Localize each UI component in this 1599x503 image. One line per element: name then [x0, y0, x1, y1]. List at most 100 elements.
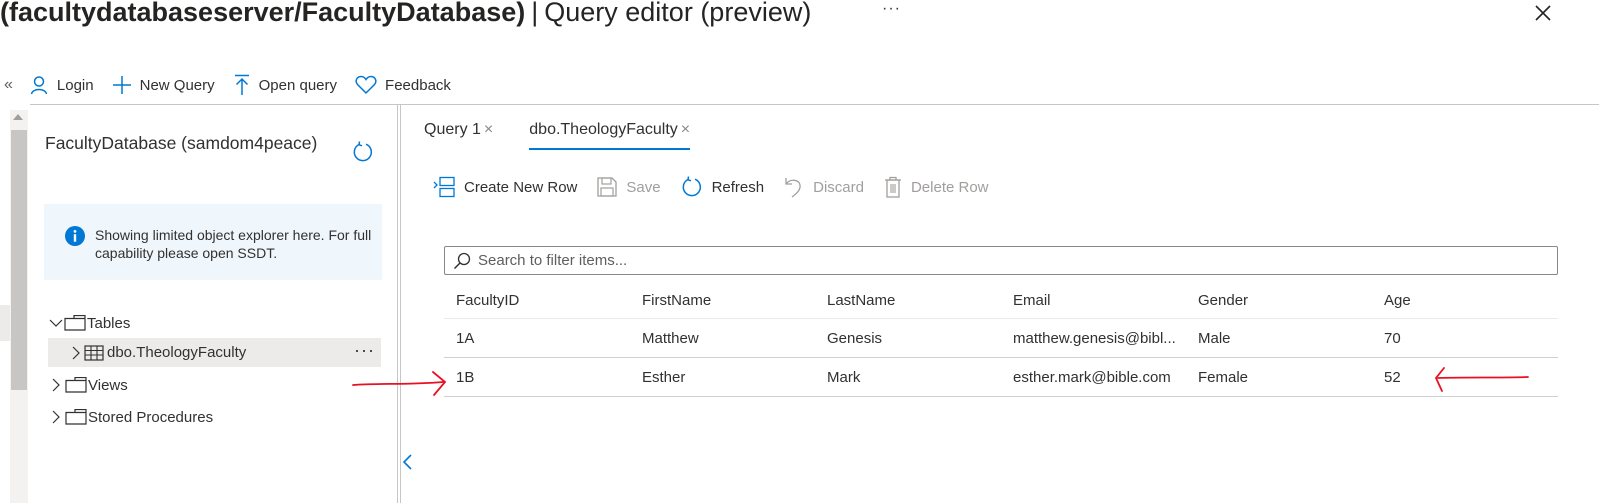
chevron-left-icon: [402, 454, 412, 470]
search-icon: [453, 252, 471, 269]
table-icon: [84, 344, 104, 361]
cell-firstname[interactable]: Matthew: [630, 330, 815, 347]
info-icon: [65, 226, 85, 246]
info-message: Showing limited object explorer here. Fo…: [44, 204, 382, 280]
tab-label: dbo.TheologyFaculty: [529, 121, 678, 138]
save-button[interactable]: Save: [597, 177, 661, 197]
tab-close-button[interactable]: ×: [681, 121, 690, 139]
add-row-icon: [433, 176, 455, 198]
cell-gender[interactable]: Male: [1186, 330, 1372, 347]
create-new-row-button[interactable]: Create New Row: [433, 176, 577, 198]
tree-item-label: Tables: [87, 314, 131, 332]
discard-label: Discard: [813, 178, 864, 196]
table-row[interactable]: 1B Esther Mark esther.mark@bible.com Fem…: [444, 358, 1558, 397]
heart-icon: [355, 75, 377, 95]
feedback-label: Feedback: [385, 76, 451, 94]
table-row[interactable]: 1A Matthew Genesis matthew.genesis@bibl.…: [444, 319, 1558, 358]
tree-item-label: dbo.TheologyFaculty: [107, 344, 247, 361]
tree-item-stored-procedures[interactable]: Stored Procedures: [50, 406, 213, 428]
delete-row-button[interactable]: Delete Row: [884, 176, 989, 198]
editor-tabs: Query 1 × dbo.TheologyFaculty ×: [424, 117, 726, 150]
discard-button[interactable]: Discard: [784, 176, 864, 198]
save-icon: [597, 177, 618, 197]
scroll-up-icon[interactable]: [13, 114, 23, 120]
chevron-right-icon: [52, 378, 60, 392]
feedback-button[interactable]: Feedback: [355, 75, 451, 95]
chevron-right-icon: [52, 410, 60, 424]
page-title-resource: (facultydatabaseserver/FacultyDatabase): [0, 0, 526, 27]
folder-icon: [64, 315, 86, 331]
explorer-refresh-button[interactable]: [352, 141, 374, 168]
close-icon: [1535, 5, 1551, 21]
column-header-facultyid[interactable]: FacultyID: [444, 292, 630, 309]
folder-icon: [65, 377, 87, 393]
open-query-button[interactable]: Open query: [233, 74, 337, 96]
login-label: Login: [56, 76, 94, 94]
save-label: Save: [626, 178, 661, 196]
tree-item-views[interactable]: Views: [50, 374, 128, 396]
cell-gender[interactable]: Female: [1186, 369, 1372, 386]
page-title-blade: Query editor (preview): [544, 0, 812, 27]
tree-item-tables[interactable]: Tables: [48, 312, 130, 334]
column-header-firstname[interactable]: FirstName: [630, 292, 815, 309]
column-header-lastname[interactable]: LastName: [815, 292, 1001, 309]
column-header-age[interactable]: Age: [1372, 292, 1558, 309]
cell-age[interactable]: 52: [1372, 369, 1558, 386]
page-title-separator: |: [531, 0, 539, 27]
left-edge-panel: [0, 305, 10, 341]
panel-splitter-edge: [400, 105, 401, 503]
tab-label: Query 1: [424, 121, 481, 138]
tab-close-button[interactable]: ×: [484, 121, 493, 139]
page-title: (facultydatabaseserver/FacultyDatabase) |…: [0, 0, 811, 30]
delete-icon: [884, 176, 901, 198]
database-title: FacultyDatabase (samdom4peace): [45, 133, 318, 153]
collapse-explorer-button[interactable]: [401, 452, 413, 478]
refresh-icon: [353, 141, 373, 162]
undo-icon: [785, 178, 801, 198]
cell-firstname[interactable]: Esther: [630, 369, 815, 386]
column-header-email[interactable]: Email: [1001, 292, 1186, 309]
create-new-row-label: Create New Row: [464, 178, 578, 196]
scrollbar-thumb[interactable]: [11, 130, 27, 390]
collapse-sidebar-button[interactable]: «: [4, 76, 13, 94]
grid-header-row: FacultyID FirstName LastName Email Gende…: [444, 282, 1558, 319]
chevron-down-icon: [49, 319, 63, 327]
upload-icon: [234, 74, 249, 95]
table-toolbar: Create New Row Save Refresh Discard Dele…: [433, 176, 1009, 198]
cell-facultyid[interactable]: 1A: [444, 330, 630, 347]
cell-lastname[interactable]: Genesis: [815, 330, 1001, 347]
filter-search-box[interactable]: [444, 246, 1558, 275]
more-options-button[interactable]: ···: [882, 0, 901, 18]
new-query-button[interactable]: New Query: [112, 75, 215, 95]
folder-icon: [65, 409, 87, 425]
close-button[interactable]: [1532, 2, 1554, 24]
refresh-button[interactable]: Refresh: [681, 176, 765, 198]
refresh-label: Refresh: [711, 178, 765, 196]
column-header-gender[interactable]: Gender: [1186, 292, 1372, 309]
person-icon: [30, 76, 48, 95]
cell-email[interactable]: esther.mark@bible.com: [1001, 369, 1186, 386]
delete-row-label: Delete Row: [910, 178, 989, 196]
cell-facultyid[interactable]: 1B: [444, 369, 630, 386]
tree-item-more-button[interactable]: ···: [354, 341, 375, 359]
login-button[interactable]: Login: [29, 75, 94, 95]
object-explorer: FacultyDatabase (samdom4peace) Showing l…: [30, 105, 396, 503]
command-bar: « Login New Query Open query Feedback: [0, 70, 469, 100]
refresh-icon: [682, 176, 701, 197]
cell-email[interactable]: matthew.genesis@bibl...: [1001, 330, 1186, 347]
info-text: Showing limited object explorer here. Fo…: [95, 227, 372, 261]
panel-splitter[interactable]: [397, 105, 398, 503]
plus-icon: [112, 76, 131, 94]
tab-query-1[interactable]: Query 1 ×: [424, 117, 493, 143]
search-input[interactable]: [476, 251, 1557, 270]
cell-age[interactable]: 70: [1372, 330, 1558, 347]
tree-item-label: Stored Procedures: [88, 408, 214, 426]
tab-theologyfaculty[interactable]: dbo.TheologyFaculty ×: [529, 117, 690, 150]
tree-item-label: Views: [88, 376, 128, 394]
cell-lastname[interactable]: Mark: [815, 369, 1001, 386]
chevron-right-icon: [72, 346, 80, 359]
new-query-label: New Query: [139, 76, 215, 94]
data-grid: FacultyID FirstName LastName Email Gende…: [444, 282, 1558, 397]
open-query-label: Open query: [258, 76, 338, 94]
tree-item-theologyfaculty[interactable]: dbo.TheologyFaculty ···: [48, 338, 381, 367]
